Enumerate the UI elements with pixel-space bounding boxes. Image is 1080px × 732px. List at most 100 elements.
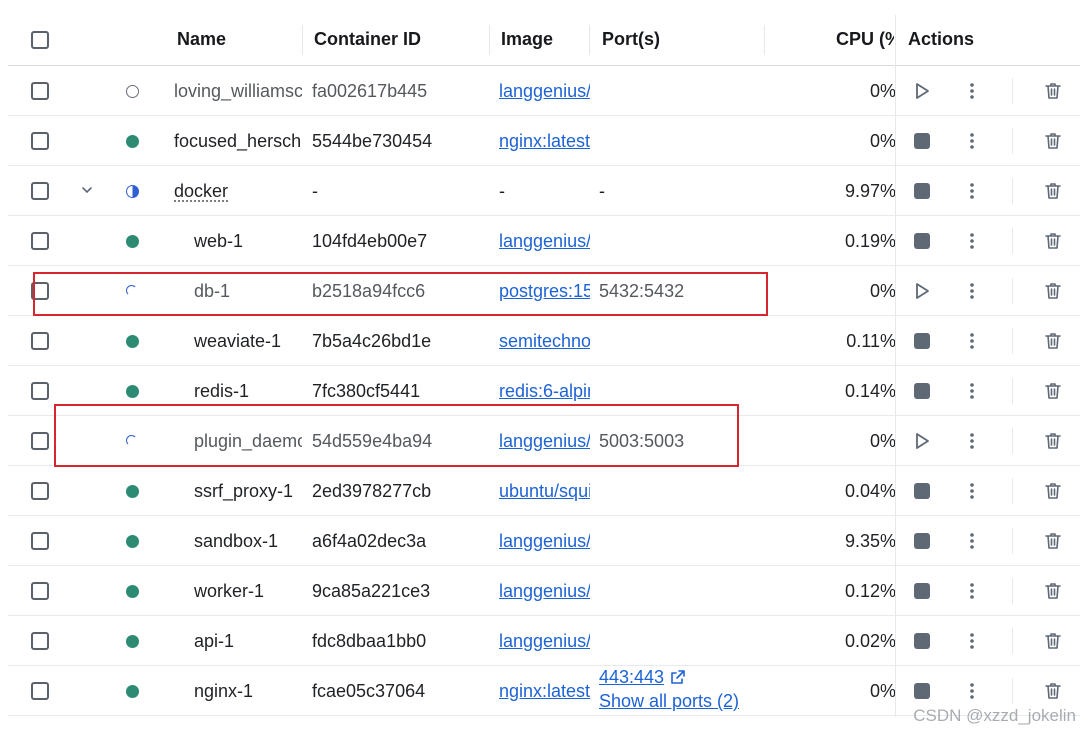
stop-icon[interactable]: [914, 633, 930, 649]
row-checkbox[interactable]: [31, 332, 49, 350]
table-row[interactable]: ssrf_proxy-1 2ed3978277cb ubuntu/squid 0.04…: [8, 466, 1080, 516]
table-row[interactable]: worker-1 9ca85a221ce3 langgenius/0.12%: [8, 566, 1080, 616]
column-divider[interactable]: [589, 25, 590, 55]
container-name[interactable]: worker-1: [194, 566, 302, 616]
select-all-checkbox[interactable]: [31, 31, 49, 49]
more-vertical-icon[interactable]: [964, 331, 980, 351]
trash-icon[interactable]: [1043, 131, 1063, 151]
container-name[interactable]: docker: [174, 166, 302, 216]
header-cpu[interactable]: CPU (%: [836, 29, 894, 50]
highlight-box-plugin-daemon: [54, 404, 739, 467]
column-divider[interactable]: [764, 25, 765, 55]
port-link[interactable]: 443:443: [599, 667, 664, 687]
more-vertical-icon[interactable]: [964, 581, 980, 601]
more-vertical-icon[interactable]: [964, 281, 980, 301]
stop-icon[interactable]: [914, 333, 930, 349]
more-vertical-icon[interactable]: [964, 631, 980, 651]
row-checkbox[interactable]: [31, 132, 49, 150]
row-checkbox[interactable]: [31, 432, 49, 450]
play-icon[interactable]: [912, 431, 932, 451]
trash-icon[interactable]: [1043, 431, 1063, 451]
more-vertical-icon[interactable]: [964, 431, 980, 451]
table-row[interactable]: web-1 104fd4eb00e7 langgenius/0.19%: [8, 216, 1080, 266]
container-name[interactable]: weaviate-1: [194, 316, 302, 366]
action-divider: [1012, 78, 1013, 104]
header-ports[interactable]: Port(s): [602, 29, 660, 50]
container-name[interactable]: loving_williamsc: [174, 66, 302, 116]
stop-icon[interactable]: [914, 483, 930, 499]
play-icon[interactable]: [912, 81, 932, 101]
play-icon[interactable]: [912, 281, 932, 301]
image-link[interactable]: langgenius/: [499, 566, 590, 616]
table-row[interactable]: sandbox-1 a6f4a02dec3a langgenius/9.35%: [8, 516, 1080, 566]
stop-icon[interactable]: [914, 533, 930, 549]
more-vertical-icon[interactable]: [964, 81, 980, 101]
stop-icon[interactable]: [914, 233, 930, 249]
trash-icon[interactable]: [1043, 581, 1063, 601]
table-row[interactable]: focused_hersch 5544be730454 nginx:latest 0%: [8, 116, 1080, 166]
table-row[interactable]: weaviate-1 7b5a4c26bd1e semitechnologies 0.…: [8, 316, 1080, 366]
container-name[interactable]: web-1: [194, 216, 302, 266]
row-checkbox[interactable]: [31, 582, 49, 600]
more-vertical-icon[interactable]: [964, 531, 980, 551]
image-link[interactable]: langgenius/: [499, 66, 590, 116]
row-checkbox[interactable]: [31, 232, 49, 250]
stop-icon[interactable]: [914, 133, 930, 149]
image-link[interactable]: nginx:latest: [499, 116, 590, 166]
more-vertical-icon[interactable]: [964, 181, 980, 201]
external-link-icon[interactable]: [670, 667, 686, 684]
action-divider: [1012, 578, 1013, 604]
trash-icon[interactable]: [1043, 231, 1063, 251]
trash-icon[interactable]: [1043, 531, 1063, 551]
trash-icon[interactable]: [1043, 631, 1063, 651]
more-vertical-icon[interactable]: [964, 131, 980, 151]
container-name[interactable]: nginx-1: [194, 666, 302, 716]
row-checkbox[interactable]: [31, 182, 49, 200]
chevron-down-icon[interactable]: [80, 183, 94, 197]
container-id: 5544be730454: [312, 131, 433, 151]
row-checkbox[interactable]: [31, 382, 49, 400]
trash-icon[interactable]: [1043, 381, 1063, 401]
container-name[interactable]: ssrf_proxy-1: [194, 466, 302, 516]
header-image[interactable]: Image: [501, 29, 553, 50]
port-row: 443:443: [599, 665, 759, 689]
more-vertical-icon[interactable]: [964, 381, 980, 401]
header-name[interactable]: Name: [177, 29, 226, 50]
row-checkbox[interactable]: [31, 532, 49, 550]
row-checkbox[interactable]: [31, 82, 49, 100]
stop-icon[interactable]: [914, 383, 930, 399]
column-divider[interactable]: [302, 25, 303, 55]
image-link[interactable]: ubuntu/squid: [499, 466, 590, 516]
trash-icon[interactable]: [1043, 481, 1063, 501]
table-row[interactable]: api-1 fdc8dbaa1bb0 langgenius/0.02%: [8, 616, 1080, 666]
row-checkbox[interactable]: [31, 632, 49, 650]
stop-icon[interactable]: [914, 583, 930, 599]
image-link[interactable]: semitechnologies: [499, 316, 590, 366]
more-vertical-icon[interactable]: [964, 481, 980, 501]
table-row[interactable]: loving_williamsc fa002617b445 langgenius/0…: [8, 66, 1080, 116]
trash-icon[interactable]: [1043, 181, 1063, 201]
trash-icon[interactable]: [1043, 281, 1063, 301]
stop-icon[interactable]: [914, 683, 930, 699]
image-link[interactable]: langgenius/: [499, 216, 590, 266]
action-divider: [1012, 228, 1013, 254]
container-name[interactable]: focused_hersch: [174, 116, 302, 166]
image-link[interactable]: nginx:latest: [499, 666, 590, 716]
stop-icon[interactable]: [914, 183, 930, 199]
row-checkbox[interactable]: [31, 482, 49, 500]
container-name[interactable]: sandbox-1: [194, 516, 302, 566]
column-divider[interactable]: [489, 25, 490, 55]
image-link[interactable]: langgenius/: [499, 516, 590, 566]
more-vertical-icon[interactable]: [964, 231, 980, 251]
cpu-usage: 0%: [869, 131, 896, 151]
container-name[interactable]: api-1: [194, 616, 302, 666]
trash-icon[interactable]: [1043, 81, 1063, 101]
more-vertical-icon[interactable]: [964, 681, 980, 701]
trash-icon[interactable]: [1043, 681, 1063, 701]
image-link[interactable]: langgenius/: [499, 616, 590, 666]
trash-icon[interactable]: [1043, 331, 1063, 351]
row-checkbox[interactable]: [31, 682, 49, 700]
container-group-row[interactable]: docker - - -9.97%: [8, 166, 1080, 216]
show-all-ports-link[interactable]: Show all ports (2): [599, 689, 759, 713]
header-container-id[interactable]: Container ID: [314, 29, 421, 50]
